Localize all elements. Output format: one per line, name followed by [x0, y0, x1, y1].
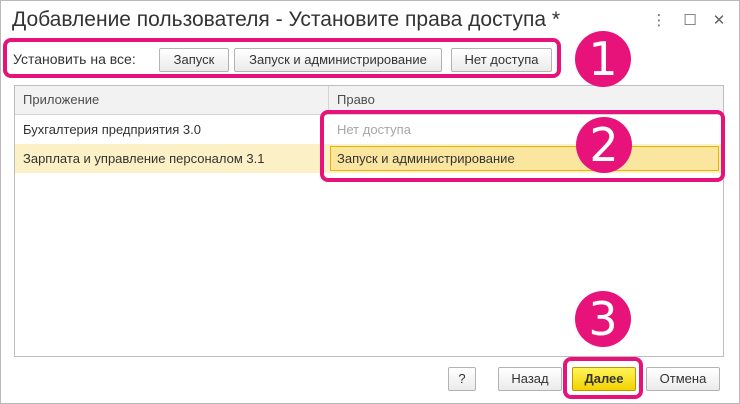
- row-application: Зарплата и управление персоналом 3.1: [23, 151, 265, 166]
- annotation-highlight-2: [320, 110, 725, 182]
- annotation-badge-3: 3: [575, 291, 631, 347]
- close-icon[interactable]: ✕: [711, 11, 727, 29]
- cancel-button[interactable]: Отмена: [646, 367, 720, 391]
- more-icon[interactable]: ⋮: [651, 11, 667, 29]
- maximize-icon[interactable]: ☐: [682, 11, 698, 29]
- annotation-badge-1: 1: [575, 31, 631, 87]
- column-header-application[interactable]: Приложение: [15, 86, 328, 114]
- annotation-badge-2: 2: [576, 117, 632, 173]
- annotation-highlight-3: [563, 357, 643, 399]
- help-button[interactable]: ?: [448, 367, 476, 391]
- annotation-highlight-1: [3, 38, 561, 78]
- back-button[interactable]: Назад: [498, 367, 562, 391]
- row-application: Бухгалтерия предприятия 3.0: [23, 122, 202, 137]
- window-title: Добавление пользователя - Установите пра…: [12, 8, 561, 31]
